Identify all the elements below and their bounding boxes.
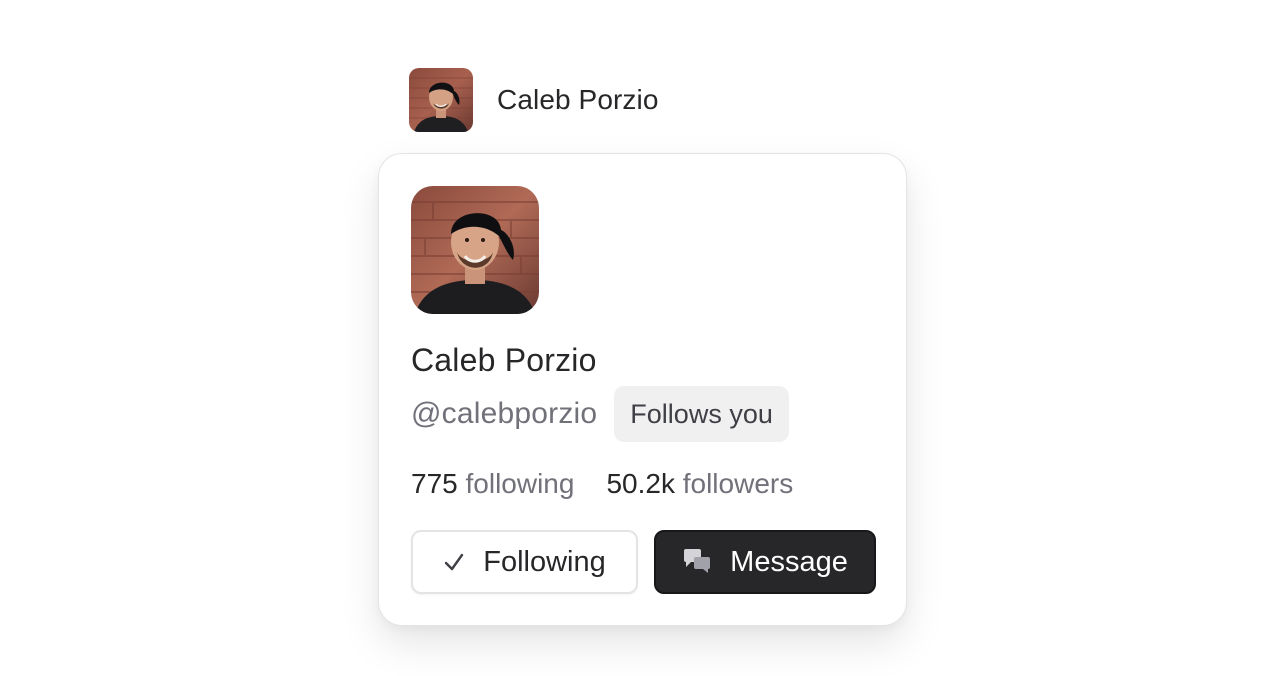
followers-stat[interactable]: 50.2k followers xyxy=(606,468,793,500)
following-button-label: Following xyxy=(483,545,606,578)
profile-hover-card: Caleb Porzio @calebporzio Follows you 77… xyxy=(378,153,907,626)
following-stat[interactable]: 775 following xyxy=(411,468,574,500)
person-photo-icon xyxy=(411,186,539,314)
followers-count: 50.2k xyxy=(606,468,675,499)
message-button-label: Message xyxy=(730,545,848,578)
message-button[interactable]: Message xyxy=(654,530,876,594)
following-label: following xyxy=(465,468,575,499)
profile-handle: @calebporzio xyxy=(411,397,598,430)
follows-you-badge: Follows you xyxy=(614,386,789,442)
trigger-name: Caleb Porzio xyxy=(497,84,659,115)
person-photo-icon xyxy=(409,68,473,132)
profile-name: Caleb Porzio xyxy=(411,342,597,378)
avatar xyxy=(409,68,473,132)
chat-bubbles-icon xyxy=(682,548,712,576)
handle-row: @calebporzio Follows you xyxy=(411,386,789,442)
followers-label: followers xyxy=(682,468,794,499)
following-button[interactable]: Following xyxy=(411,530,638,594)
card-avatar xyxy=(411,186,539,314)
profile-stats: 775 following 50.2k followers xyxy=(411,468,825,500)
following-count: 775 xyxy=(411,468,458,499)
check-icon xyxy=(443,551,465,573)
profile-trigger[interactable]: Caleb Porzio xyxy=(409,68,659,132)
